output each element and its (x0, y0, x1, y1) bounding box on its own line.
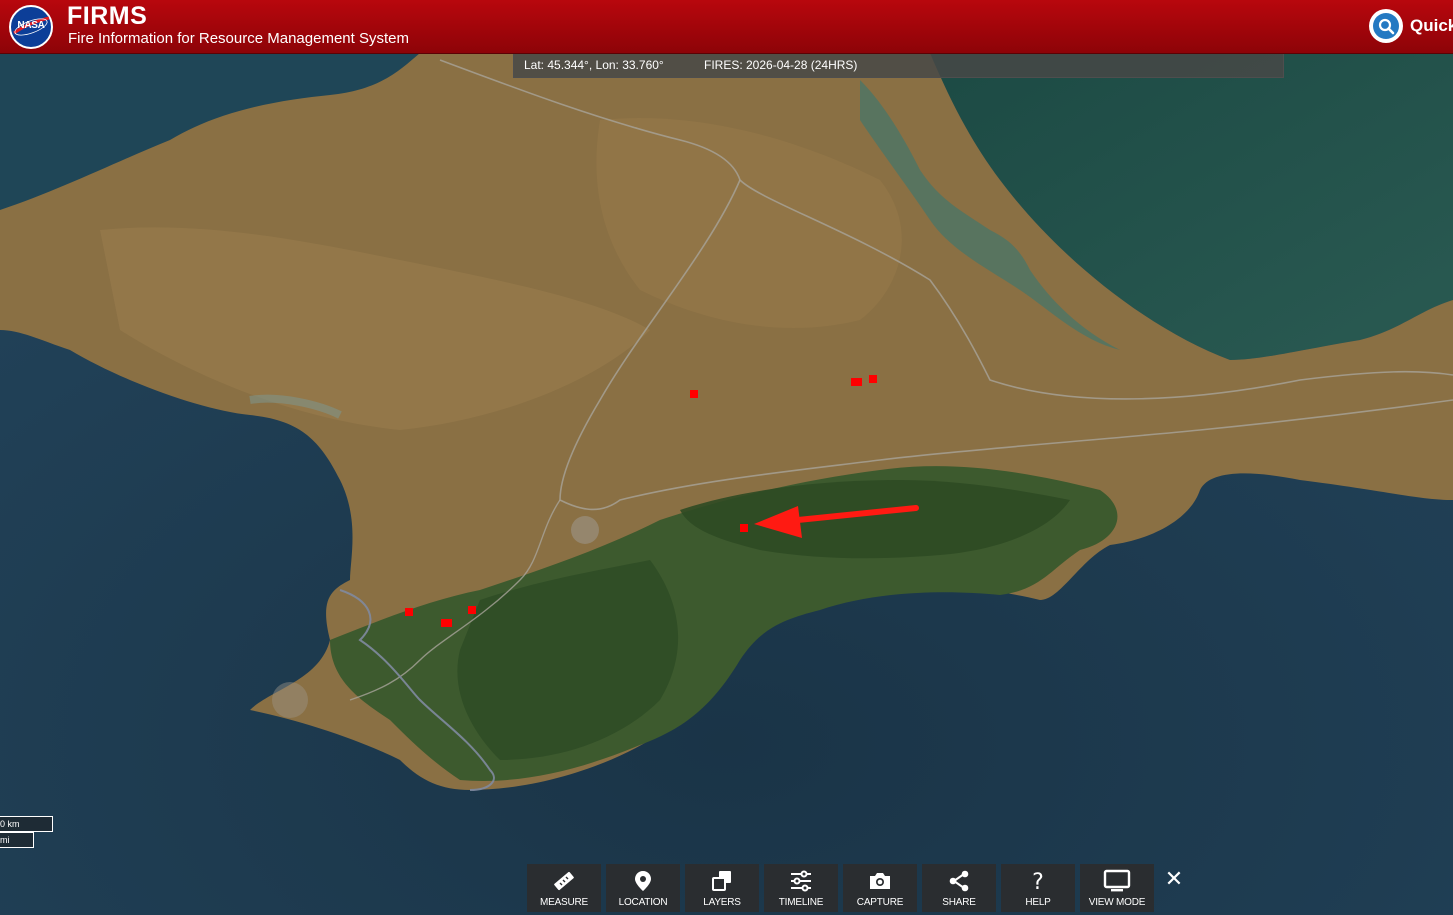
fire-detection[interactable] (869, 375, 877, 383)
timeline-button[interactable]: TIMELINE (764, 864, 838, 912)
fire-detection[interactable] (740, 524, 748, 532)
fire-detection[interactable] (851, 378, 862, 386)
layers-label: LAYERS (703, 897, 741, 908)
view-mode-button[interactable]: VIEW MODE (1080, 864, 1154, 912)
ruler-icon (527, 869, 601, 893)
capture-label: CAPTURE (856, 897, 904, 908)
capture-button[interactable]: CAPTURE (843, 864, 917, 912)
scale-mi-label: mi (0, 835, 10, 845)
question-icon: ? (1001, 869, 1075, 893)
map-info-bar: Lat: 45.344°, Lon: 33.760° FIRES: 2026-0… (513, 53, 1284, 78)
fire-detection[interactable] (405, 608, 413, 616)
annotation-arrow (754, 505, 919, 538)
layers-icon (685, 869, 759, 893)
logo-text: NASA (17, 20, 45, 31)
share-button[interactable]: SHARE (922, 864, 996, 912)
scale-bar-km: 0 km (0, 816, 53, 832)
fire-detection[interactable] (441, 619, 452, 627)
search-icon (1369, 9, 1403, 43)
app-subtitle: Fire Information for Resource Management… (68, 30, 409, 47)
close-toolbar-button[interactable]: ✕ (1164, 868, 1184, 892)
cursor-coordinates: Lat: 45.344°, Lon: 33.760° (524, 58, 664, 72)
help-button[interactable]: ? HELP (1001, 864, 1075, 912)
fires-date-range: FIRES: 2026-04-28 (24HRS) (704, 58, 858, 72)
map-pin-icon (606, 869, 680, 893)
sliders-icon (764, 869, 838, 893)
fire-detection[interactable] (468, 606, 476, 614)
scale-km-label: 0 km (0, 819, 20, 829)
quick-label: Quick (1410, 16, 1453, 35)
share-icon (922, 869, 996, 893)
location-label: LOCATION (618, 897, 668, 908)
timeline-label: TIMELINE (778, 897, 824, 908)
fire-detection[interactable] (690, 390, 698, 398)
help-label: HELP (1025, 897, 1051, 908)
layers-button[interactable]: LAYERS (685, 864, 759, 912)
share-label: SHARE (942, 897, 976, 908)
measure-label: MEASURE (539, 897, 589, 908)
view-mode-label: VIEW MODE (1088, 897, 1146, 908)
quick-search-button[interactable]: Quick (1369, 9, 1453, 43)
measure-button[interactable]: MEASURE (527, 864, 601, 912)
nasa-logo[interactable]: NASA (9, 5, 53, 49)
satellite-map[interactable] (0, 53, 1453, 915)
app-header: NASA FIRMS Fire Information for Resource… (0, 0, 1453, 54)
app-title: FIRMS (67, 2, 148, 30)
camera-icon (843, 869, 917, 893)
monitor-icon (1080, 869, 1154, 893)
svg-text:?: ? (1032, 870, 1044, 893)
scale-bar-mi: mi (0, 832, 34, 848)
location-button[interactable]: LOCATION (606, 864, 680, 912)
